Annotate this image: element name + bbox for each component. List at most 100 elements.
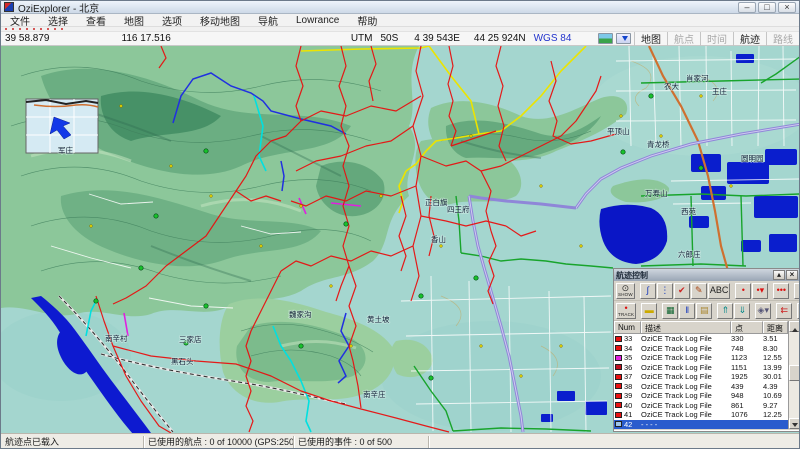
panel-close-button[interactable]: × xyxy=(786,270,798,280)
move-track-down-button[interactable]: ⇓ xyxy=(734,303,750,319)
datum-label: WGS 84 xyxy=(534,33,572,44)
menu-item-导航[interactable]: 导航 xyxy=(249,13,287,28)
track-draw-button[interactable]: ✎ xyxy=(691,283,707,299)
track-draw-button-icon: ✎ xyxy=(695,286,703,295)
map-label: 正白旗 xyxy=(425,197,448,207)
track-row-36[interactable]: 36OziCE Track Log File115113.99 xyxy=(614,363,788,373)
menu-item-选项[interactable]: 选项 xyxy=(153,13,191,28)
help-button[interactable]: ? xyxy=(794,283,800,299)
track-points: 948 xyxy=(731,391,763,400)
track-distance: 9.27 xyxy=(763,401,787,410)
track-desc: OziCE Track Log File xyxy=(641,391,731,400)
menu-item-帮助[interactable]: 帮助 xyxy=(348,13,386,28)
toolbar-grip[interactable] xyxy=(1,27,799,32)
toggle-航点[interactable]: 航点 xyxy=(667,31,700,46)
track-style-button[interactable]: ∫ xyxy=(640,283,656,299)
minimize-button[interactable]: – xyxy=(738,2,756,13)
dotted-track-button-icon: ••• xyxy=(777,286,786,295)
close-button[interactable]: × xyxy=(778,2,796,13)
track-num: 36 xyxy=(624,363,632,372)
track-desc: - - - - xyxy=(641,420,731,429)
coordinate-bar: 39 58.879 116 17.516 UTM 50S 4 39 543E 4… xyxy=(1,32,799,46)
map-label: 王庄 xyxy=(712,86,727,96)
menu-item-移动地图[interactable]: 移动地图 xyxy=(191,13,249,28)
track-folder-button-icon: ▤ xyxy=(700,306,709,315)
track-points: 861 xyxy=(731,401,763,410)
save-track-button[interactable]: ▦ xyxy=(662,303,678,319)
utm-northing: 44 25 924N xyxy=(474,33,526,44)
menu-item-Lowrance[interactable]: Lowrance xyxy=(287,15,348,26)
toggle-路线[interactable]: 路线 xyxy=(766,31,799,46)
track-row-39[interactable]: 39OziCE Track Log File94810.69 xyxy=(614,391,788,401)
save-position-button[interactable] xyxy=(616,33,631,44)
track-row-37[interactable]: 37OziCE Track Log File192530.01 xyxy=(614,372,788,382)
pause-logging-button[interactable]: ‖ xyxy=(679,303,695,319)
track-color-swatch xyxy=(615,364,622,370)
scroll-down-icon[interactable] xyxy=(789,418,800,429)
track-points: 1076 xyxy=(731,410,763,419)
column-header-点[interactable]: 点 xyxy=(731,321,763,333)
overview-inset[interactable] xyxy=(26,99,98,153)
track-row-34[interactable]: 34OziCE Track Log File7488.30 xyxy=(614,344,788,354)
panel-rollup-button[interactable]: ▴ xyxy=(773,270,785,280)
status-section-2: 已使用的航点 : 0 of 10000 (GPS:250) xyxy=(144,436,294,449)
track-table-scrollbar[interactable] xyxy=(788,321,800,429)
map-label: 香山 xyxy=(431,234,446,244)
toggle-时间[interactable]: 时间 xyxy=(700,31,733,46)
image-view-button[interactable] xyxy=(598,33,613,44)
map-label: 黑石头 xyxy=(171,356,194,366)
track-ruler-button[interactable]: ▬ xyxy=(641,303,657,319)
track-panel-title-bar[interactable]: 航迹控制 ▴× xyxy=(614,269,800,281)
move-track-up-button[interactable]: ⇑ xyxy=(717,303,733,319)
toggle-航迹[interactable]: 航迹 xyxy=(733,31,766,46)
show-speed-gauge-button[interactable]: ⊙SHOW xyxy=(616,283,635,299)
menu-item-选择[interactable]: 选择 xyxy=(39,13,77,28)
track-style-button-icon: ∫ xyxy=(647,286,649,295)
maximize-button[interactable]: □ xyxy=(758,2,776,13)
waypoint-dot-button[interactable]: • xyxy=(735,283,751,299)
track-name-abc-button[interactable]: ABC xyxy=(708,283,731,299)
scroll-up-icon[interactable] xyxy=(789,321,800,332)
track-arrow-menu-button[interactable]: ◈▾ xyxy=(755,303,771,319)
map-label: 肖家河 xyxy=(686,73,709,83)
track-desc: OziCE Track Log File xyxy=(641,353,731,362)
track-desc: OziCE Track Log File xyxy=(641,363,731,372)
waypoint-dot-menu-button[interactable]: •▾ xyxy=(752,283,768,299)
waypoint-dot-menu-button-icon: •▾ xyxy=(756,286,764,295)
track-logging-button[interactable]: •TRACK xyxy=(616,303,636,319)
utm-easting: 4 39 543E xyxy=(414,33,460,44)
track-num: 41 xyxy=(624,410,632,419)
track-row-41[interactable]: 41OziCE Track Log File107612.25 xyxy=(614,410,788,420)
menu-item-文件[interactable]: 文件 xyxy=(1,13,39,28)
column-header-距离[interactable]: 距离 xyxy=(763,321,788,333)
track-point-spacing-button[interactable]: ⋮ xyxy=(657,283,673,299)
track-row-38[interactable]: 38OziCE Track Log File4394.39 xyxy=(614,382,788,392)
track-control-panel[interactable]: 航迹控制 ▴× ⊙SHOW∫⋮✔✎ABC••▾•••?↧ •TRACK▬▦‖▤⇑… xyxy=(613,268,800,432)
track-desc: OziCE Track Log File xyxy=(641,334,731,343)
track-table-rows: 33OziCE Track Log File3303.5134OziCE Tra… xyxy=(614,334,788,429)
scroll-thumb[interactable] xyxy=(789,365,800,381)
menu-item-地图[interactable]: 地图 xyxy=(115,13,153,28)
merge-tracks-button[interactable]: ⇇ xyxy=(776,303,792,319)
track-row-35[interactable]: 35OziCE Track Log File112312.55 xyxy=(614,353,788,363)
menu-item-查看[interactable]: 查看 xyxy=(77,13,115,28)
track-points: 330 xyxy=(731,334,763,343)
track-row-40[interactable]: 40OziCE Track Log File8619.27 xyxy=(614,401,788,411)
column-header-Num[interactable]: Num xyxy=(614,321,641,333)
track-check-button[interactable]: ✔ xyxy=(674,283,690,299)
track-folder-button[interactable]: ▤ xyxy=(696,303,712,319)
dotted-track-button[interactable]: ••• xyxy=(773,283,789,299)
track-row-33[interactable]: 33OziCE Track Log File3303.51 xyxy=(614,334,788,344)
track-row-42[interactable]: 42- - - - xyxy=(614,420,788,430)
save-track-button-icon: ▦ xyxy=(666,306,675,315)
track-num: 38 xyxy=(624,382,632,391)
track-check-button-icon: ✔ xyxy=(678,286,686,295)
track-points: 439 xyxy=(731,382,763,391)
view-toggle-buttons: 地图航点时间航迹路线 xyxy=(634,32,799,45)
column-header-描述[interactable]: 描述 xyxy=(641,321,731,333)
toggle-地图[interactable]: 地图 xyxy=(634,31,667,46)
track-distance: 10.69 xyxy=(763,391,787,400)
track-table-header: Num描述点距离 xyxy=(614,321,800,334)
track-distance: 3.51 xyxy=(763,334,787,343)
track-table: Num描述点距离 33OziCE Track Log File3303.5134… xyxy=(614,321,800,429)
